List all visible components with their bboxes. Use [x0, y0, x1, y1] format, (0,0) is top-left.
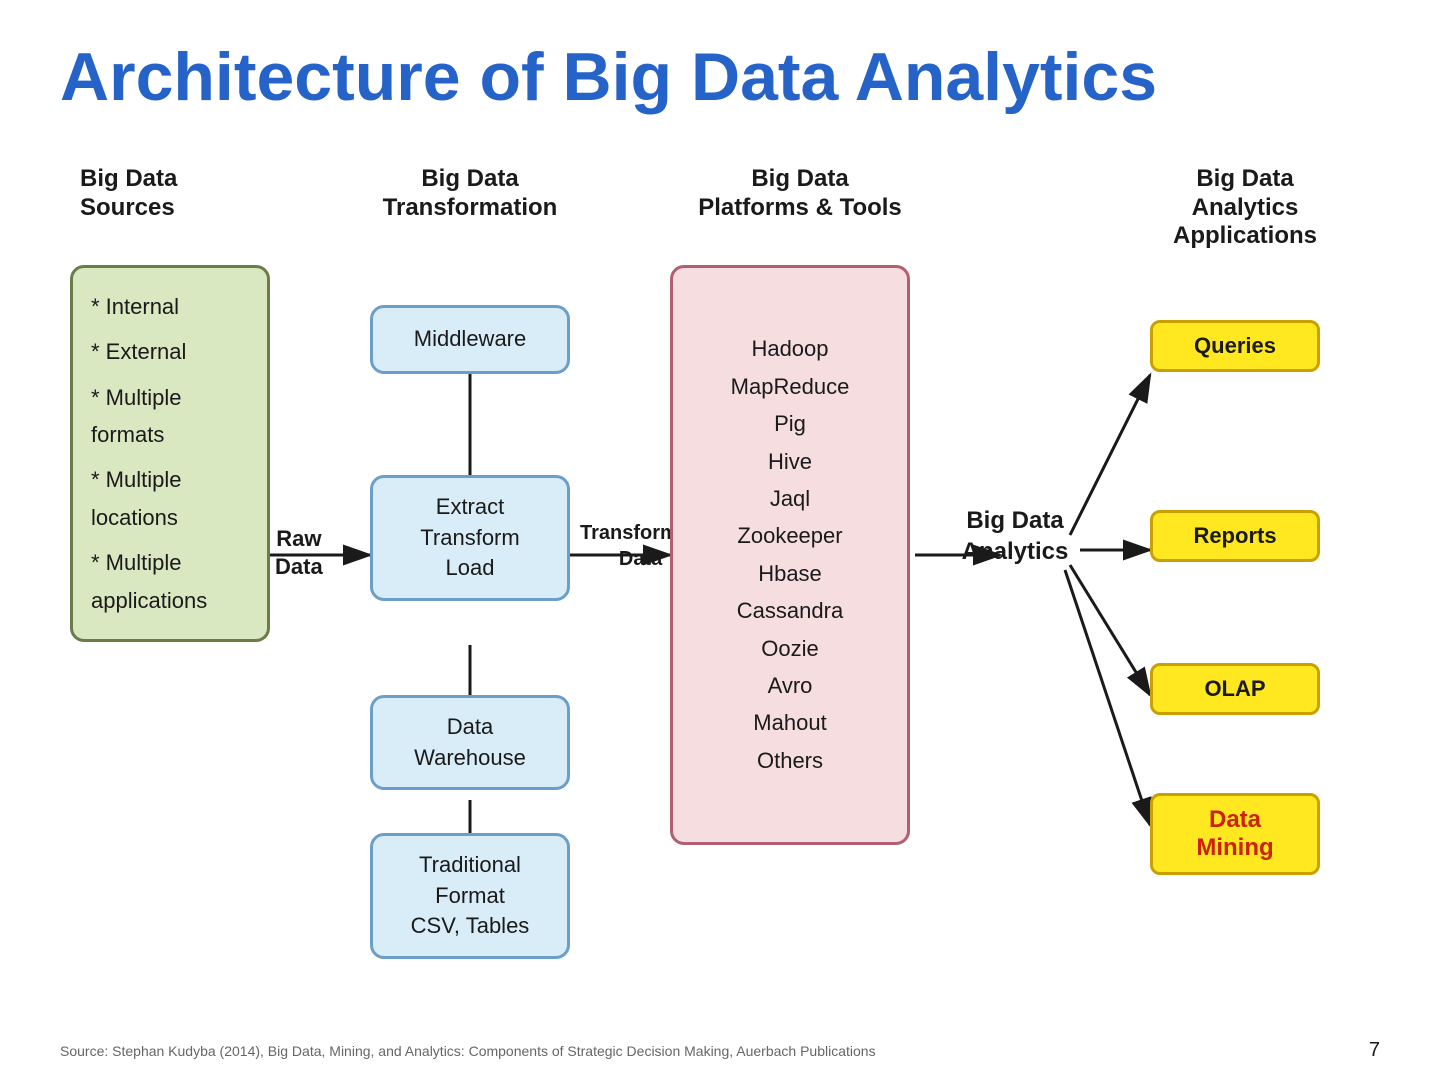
platforms-header: Big DataPlatforms & Tools: [670, 165, 930, 243]
transform-header: Big DataTransformation: [350, 165, 590, 243]
platform-mapreduce: MapReduce: [731, 368, 850, 405]
platform-pig: Pig: [774, 405, 806, 442]
page-number: 7: [1369, 1039, 1380, 1062]
queries-box: Queries: [1150, 320, 1320, 380]
platform-jaql: Jaql: [770, 480, 810, 517]
footer: Source: Stephan Kudyba (2014), Big Data,…: [60, 1039, 1380, 1062]
slide-title: Architecture of Big Data Analytics: [60, 40, 1380, 115]
data-mining-box: DataMining: [1150, 793, 1320, 883]
platform-hbase: Hbase: [758, 555, 822, 592]
traditional-format-box: TraditionalFormatCSV, Tables: [370, 833, 570, 959]
source-item-formats: * Multipleformats: [91, 379, 249, 454]
raw-data-label: RawData: [275, 525, 323, 582]
footer-source: Source: Stephan Kudyba (2014), Big Data,…: [60, 1043, 876, 1059]
platform-mahout: Mahout: [753, 704, 826, 741]
apps-header: Big DataAnalyticsApplications: [1145, 165, 1345, 271]
platforms-box: Hadoop MapReduce Pig Hive Jaql Zookeeper…: [670, 265, 910, 845]
big-data-analytics-label: Big DataAnalytics: [930, 505, 1100, 567]
source-item-external: * External: [91, 333, 249, 370]
etl-box: ExtractTransformLoad: [370, 475, 570, 601]
sources-box: * Internal * External * Multipleformats …: [70, 265, 270, 642]
sources-header: Big DataSources: [80, 165, 280, 243]
middleware-box: Middleware: [370, 305, 570, 374]
platform-zookeeper: Zookeeper: [737, 517, 842, 554]
reports-box: Reports: [1150, 510, 1320, 570]
olap-box: OLAP: [1150, 663, 1320, 723]
platform-cassandra: Cassandra: [737, 592, 843, 629]
platform-avro: Avro: [768, 667, 813, 704]
source-item-locations: * Multiplelocations: [91, 461, 249, 536]
platform-hadoop: Hadoop: [751, 330, 828, 367]
slide: Architecture of Big Data Analytics: [0, 0, 1440, 1080]
platform-oozie: Oozie: [761, 630, 818, 667]
platform-others: Others: [757, 742, 823, 779]
source-item-internal: * Internal: [91, 288, 249, 325]
data-warehouse-box: DataWarehouse: [370, 695, 570, 791]
platform-hive: Hive: [768, 443, 812, 480]
source-item-applications: * Multipleapplications: [91, 544, 249, 619]
diagram: Big DataSources Big DataTransformation B…: [60, 165, 1380, 925]
